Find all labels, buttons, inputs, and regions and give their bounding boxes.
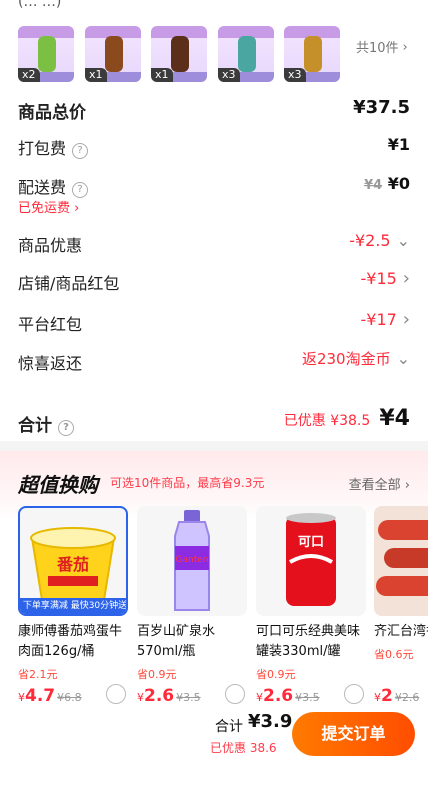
swap-product-card[interactable]: 番茄 下单享满减 最快30分钟送达 康师傅番茄鸡蛋牛肉面126g/桶 省2.1元… (18, 506, 128, 706)
product-save: 省0.6元 (374, 648, 414, 661)
product-price: ¥2.6 ¥3.5 (256, 686, 320, 706)
price-value: 2 (381, 686, 393, 706)
help-icon[interactable]: ? (72, 182, 89, 198)
delivery-fee-values: ¥4 ¥0 (364, 174, 410, 193)
sausage-image (374, 506, 428, 616)
price-original: ¥2.6 (394, 691, 420, 704)
select-radio[interactable] (225, 684, 245, 704)
help-icon[interactable]: ? (72, 143, 89, 159)
total-value: ¥4 (379, 406, 410, 431)
delivery-fee-row: 配送费? (18, 174, 89, 198)
platform-redpacket-value[interactable]: -¥17 (360, 309, 410, 330)
footer-saved: 已优惠 38.6 (210, 741, 277, 755)
cart-item-thumb[interactable]: x1 (85, 26, 141, 82)
footer-total-label: 合计 (215, 719, 243, 735)
cart-item-qty: x1 (151, 68, 173, 82)
svg-text:番茄: 番茄 (56, 555, 89, 574)
price-original: ¥6.8 (57, 691, 82, 704)
help-icon[interactable]: ? (58, 420, 74, 436)
price-original: ¥3.5 (176, 691, 201, 704)
cart-item-thumb[interactable]: x1 (151, 26, 207, 82)
total-label: 合计 (18, 416, 52, 436)
cart-item-qty: x3 (284, 68, 306, 82)
total-row-label: 合计? (18, 411, 74, 436)
svg-text:Ganten: Ganten (176, 555, 209, 565)
total-saved: 已优惠 ¥38.5 (283, 413, 371, 429)
platform-redpacket-amount: -¥17 (360, 310, 397, 329)
product-discount-amount: -¥2.5 (349, 231, 391, 250)
price-original: ¥3.5 (295, 691, 320, 704)
packing-fee-value: ¥1 (387, 135, 410, 154)
svg-text:可口: 可口 (298, 535, 324, 550)
surprise-return-text: 返230淘金币 (301, 350, 391, 368)
product-discount-label: 商品优惠 (18, 236, 83, 255)
price-value: 2.6 (263, 686, 294, 706)
item-count-text: 共10件 (356, 41, 399, 56)
product-save: 省0.9元 (256, 668, 296, 681)
chevron-right-icon: › (70, 201, 80, 216)
promo-band: 下单享满减 最快30分钟送达 (20, 598, 126, 614)
packing-fee-row: 打包费? (18, 135, 89, 159)
item-count-link[interactable]: 共10件 › (356, 37, 408, 56)
product-price: ¥2.6 ¥3.5 (137, 686, 201, 706)
product-price: ¥2 ¥2.6 (374, 686, 420, 706)
shop-redpacket-amount: -¥15 (360, 269, 397, 288)
platform-redpacket-label: 平台红包 (18, 315, 83, 334)
cart-item-thumb[interactable]: x2 (18, 26, 74, 82)
see-all-link[interactable]: 查看全部 › (349, 474, 410, 493)
free-shipping-text: 已免运费 (18, 201, 71, 216)
product-save: 省0.9元 (137, 668, 177, 681)
see-all-text: 查看全部 (348, 478, 401, 493)
surprise-return-label: 惊喜返还 (18, 354, 83, 373)
cart-item-qty: x1 (85, 68, 107, 82)
total-values: 已优惠 ¥38.5 ¥4 (284, 406, 410, 431)
product-name: 可口可乐经典美味罐装330ml/罐 (256, 624, 361, 659)
shop-redpacket-label: 店铺/商品红包 (18, 274, 120, 293)
goods-total-label: 商品总价 (18, 103, 86, 123)
water-bottle-image: Ganten (137, 506, 247, 616)
packing-fee-label: 打包费 (18, 139, 67, 158)
select-radio[interactable] (344, 684, 364, 704)
swap-title: 超值换购 (18, 473, 98, 497)
product-name: 康师傅番茄鸡蛋牛肉面126g/桶 (18, 624, 123, 659)
goods-total-value: ¥37.5 (353, 97, 410, 118)
noodle-cup-image: 番茄 下单享满减 最快30分钟送达 (18, 506, 128, 616)
delivery-fee-label: 配送费 (18, 178, 67, 197)
swap-product-card[interactable]: 齐汇台湾香肠70g/ 省0.6元 ¥2¥2.6 (374, 506, 428, 706)
product-name: 齐汇台湾香肠70g/ (374, 624, 428, 639)
swap-product-card[interactable]: 可口 可口可乐经典美味罐装330ml/罐 省0.9元 ¥2.6 ¥3.5 (256, 506, 366, 706)
product-save: 省2.1元 (18, 668, 58, 681)
delivery-fee-original: ¥4 (364, 178, 383, 193)
select-radio[interactable] (106, 684, 126, 704)
price-value: 2.6 (144, 686, 175, 706)
chevron-right-icon: › (402, 40, 408, 55)
chevron-right-icon: › (400, 478, 410, 493)
header-partial-text: (… …) (18, 0, 62, 10)
price-value: 4.7 (25, 686, 56, 706)
footer-total-value: ¥3.9 (248, 711, 293, 732)
swap-subtitle: 可选10件商品，最高省9.3元 (110, 476, 265, 490)
swap-product-card[interactable]: Ganten 百岁山矿泉水570ml/瓶 省0.9元 ¥2.6 ¥3.5 (137, 506, 247, 706)
product-price: ¥4.7 ¥6.8 (18, 686, 82, 706)
cart-item-qty: x2 (18, 68, 40, 82)
submit-order-button[interactable]: 提交订单 (292, 712, 415, 756)
delivery-fee-value: ¥0 (387, 174, 410, 193)
free-shipping-link[interactable]: 已免运费 › (18, 197, 79, 216)
product-discount-value[interactable]: -¥2.5 (349, 231, 410, 250)
surprise-return-value[interactable]: 返230淘金币 (302, 348, 410, 369)
top-header-partial: (… …) (0, 0, 428, 14)
cart-item-thumb[interactable]: x3 (284, 26, 340, 82)
cart-item-thumb[interactable]: x3 (218, 26, 274, 82)
shop-redpacket-value[interactable]: -¥15 (360, 268, 410, 289)
section-divider (0, 441, 428, 451)
product-name: 百岁山矿泉水570ml/瓶 (137, 624, 216, 659)
cola-can-image: 可口 (256, 506, 366, 616)
cart-item-qty: x3 (218, 68, 240, 82)
